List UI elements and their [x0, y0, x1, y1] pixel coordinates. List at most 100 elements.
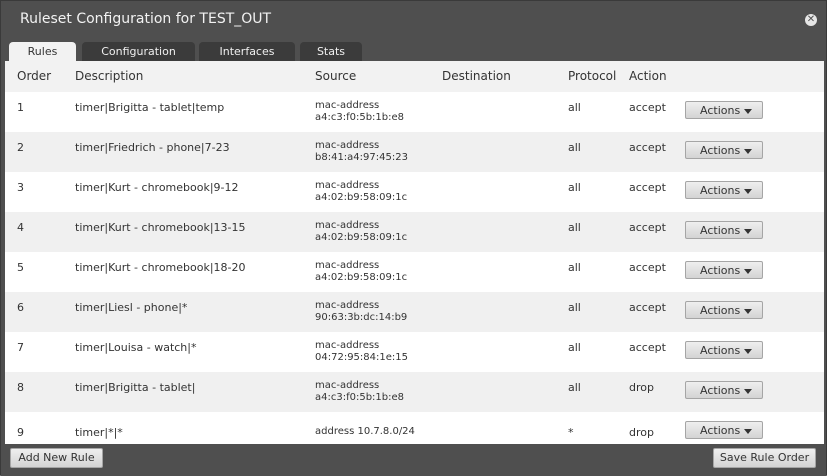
rule-source-value: a4:c3:f0:5b:1b:e8: [315, 112, 405, 123]
rule-description: timer|Kurt - chromebook|13-15: [75, 221, 246, 234]
rule-action: accept: [629, 181, 666, 194]
tab-stats[interactable]: Stats: [300, 42, 362, 61]
table-row[interactable]: 3 timer|Kurt - chromebook|9-12 mac-address…: [5, 172, 824, 212]
rule-action: accept: [629, 101, 666, 114]
table-row[interactable]: 9 timer|*|* address 10.7.8.0/24 * drop Action…: [5, 412, 824, 444]
rule-source: mac-address a4:c3:f0:5b:1b:e8: [315, 380, 404, 404]
dialog-footer: Add New Rule Save Rule Order: [1, 444, 826, 476]
rule-order: 2: [17, 141, 24, 154]
rule-action: drop: [629, 426, 654, 439]
actions-dropdown-button[interactable]: Actions: [685, 301, 763, 319]
ruleset-dialog: Ruleset Configuration for TEST_OUT ✕ Rul…: [0, 0, 827, 476]
chevron-down-icon: [744, 429, 752, 434]
tab-interfaces[interactable]: Interfaces: [199, 42, 295, 61]
actions-label: Actions: [700, 224, 741, 237]
rule-source-value: 04:72:95:84:1e:15: [315, 352, 408, 363]
table-row[interactable]: 6 timer|Liesl - phone|* mac-address 90:63:3…: [5, 292, 824, 332]
rule-description: timer|Brigitta - tablet|: [75, 381, 196, 394]
rule-source-type: mac-address: [315, 260, 380, 271]
table-row[interactable]: 1 timer|Brigitta - tablet|temp mac-address…: [5, 92, 824, 132]
header-destination[interactable]: Destination: [442, 69, 511, 83]
rule-source-type: mac-address: [315, 100, 380, 111]
rule-source-type: mac-address: [315, 140, 380, 151]
actions-label: Actions: [700, 104, 741, 117]
rule-protocol: all: [568, 261, 581, 274]
rule-action: drop: [629, 381, 654, 394]
chevron-down-icon: [744, 309, 752, 314]
header-description[interactable]: Description: [75, 69, 143, 83]
table-row[interactable]: 8 timer|Brigitta - tablet| mac-address a4:c…: [5, 372, 824, 412]
rule-order: 6: [17, 301, 24, 314]
header-protocol[interactable]: Protocol: [568, 69, 616, 83]
dialog-title: Ruleset Configuration for TEST_OUT: [20, 11, 272, 27]
rule-source-value: a4:02:b9:58:09:1c: [315, 272, 408, 283]
rule-order: 4: [17, 221, 24, 234]
rule-protocol: all: [568, 341, 581, 354]
rule-description: timer|Brigitta - tablet|temp: [75, 101, 225, 114]
header-source[interactable]: Source: [315, 69, 356, 83]
rule-order: 9: [17, 426, 24, 439]
tab-rules[interactable]: Rules: [9, 42, 76, 62]
rule-description: timer|Kurt - chromebook|9-12: [75, 181, 239, 194]
rule-action: accept: [629, 221, 666, 234]
rule-description: timer|Kurt - chromebook|18-20: [75, 261, 246, 274]
table-row[interactable]: 4 timer|Kurt - chromebook|13-15 mac-addres…: [5, 212, 824, 252]
actions-label: Actions: [700, 184, 741, 197]
header-order[interactable]: Order: [17, 69, 51, 83]
table-row[interactable]: 7 timer|Louisa - watch|* mac-address 04:72:…: [5, 332, 824, 372]
header-action[interactable]: Action: [629, 69, 667, 83]
rule-source-type: mac-address: [315, 380, 380, 391]
rules-panel: Order Description Source Destination Pro…: [5, 61, 824, 444]
table-header: Order Description Source Destination Pro…: [5, 61, 824, 92]
actions-dropdown-button[interactable]: Actions: [685, 421, 763, 439]
rule-source-type: mac-address: [315, 340, 380, 351]
rule-protocol: all: [568, 381, 581, 394]
rule-order: 3: [17, 181, 24, 194]
rule-protocol: all: [568, 301, 581, 314]
rule-description: timer|Liesl - phone|*: [75, 301, 188, 314]
save-rule-order-button[interactable]: Save Rule Order: [713, 448, 816, 468]
rule-source-type: mac-address: [315, 220, 380, 231]
rule-source-type: mac-address: [315, 300, 380, 311]
actions-dropdown-button[interactable]: Actions: [685, 101, 763, 119]
actions-dropdown-button[interactable]: Actions: [685, 261, 763, 279]
rule-source: mac-address a4:c3:f0:5b:1b:e8: [315, 100, 404, 124]
actions-dropdown-button[interactable]: Actions: [685, 381, 763, 399]
rule-action: accept: [629, 261, 666, 274]
table-row[interactable]: 2 timer|Friedrich - phone|7-23 mac-address…: [5, 132, 824, 172]
rule-source-value: 90:63:3b:dc:14:b9: [315, 312, 408, 323]
rule-source: mac-address b8:41:a4:97:45:23: [315, 140, 408, 164]
table-row[interactable]: 5 timer|Kurt - chromebook|18-20 mac-addres…: [5, 252, 824, 292]
rule-protocol: all: [568, 181, 581, 194]
tab-configuration[interactable]: Configuration: [82, 42, 195, 61]
rule-source: mac-address 90:63:3b:dc:14:b9: [315, 300, 407, 324]
dialog-titlebar: Ruleset Configuration for TEST_OUT ✕: [1, 1, 826, 39]
actions-label: Actions: [700, 424, 741, 437]
rule-source: mac-address a4:02:b9:58:09:1c: [315, 180, 407, 204]
rule-source: mac-address a4:02:b9:58:09:1c: [315, 260, 407, 284]
actions-dropdown-button[interactable]: Actions: [685, 141, 763, 159]
rule-order: 5: [17, 261, 24, 274]
chevron-down-icon: [744, 229, 752, 234]
rule-source-type: mac-address: [315, 180, 380, 191]
actions-dropdown-button[interactable]: Actions: [685, 341, 763, 359]
actions-label: Actions: [700, 304, 741, 317]
chevron-down-icon: [744, 109, 752, 114]
add-new-rule-button[interactable]: Add New Rule: [10, 448, 103, 468]
actions-dropdown-button[interactable]: Actions: [685, 221, 763, 239]
rule-protocol: all: [568, 141, 581, 154]
actions-label: Actions: [700, 344, 741, 357]
rule-action: accept: [629, 301, 666, 314]
rule-description: timer|Friedrich - phone|7-23: [75, 141, 230, 154]
close-icon[interactable]: ✕: [805, 14, 817, 26]
rule-protocol: all: [568, 221, 581, 234]
rule-description: timer|*|*: [75, 426, 123, 439]
chevron-down-icon: [744, 149, 752, 154]
actions-dropdown-button[interactable]: Actions: [685, 181, 763, 199]
rule-order: 1: [17, 101, 24, 114]
rule-protocol: all: [568, 101, 581, 114]
rule-source-value: a4:c3:f0:5b:1b:e8: [315, 392, 405, 403]
rule-source: address 10.7.8.0/24: [315, 426, 415, 438]
chevron-down-icon: [744, 349, 752, 354]
rule-source-value: a4:02:b9:58:09:1c: [315, 232, 408, 243]
